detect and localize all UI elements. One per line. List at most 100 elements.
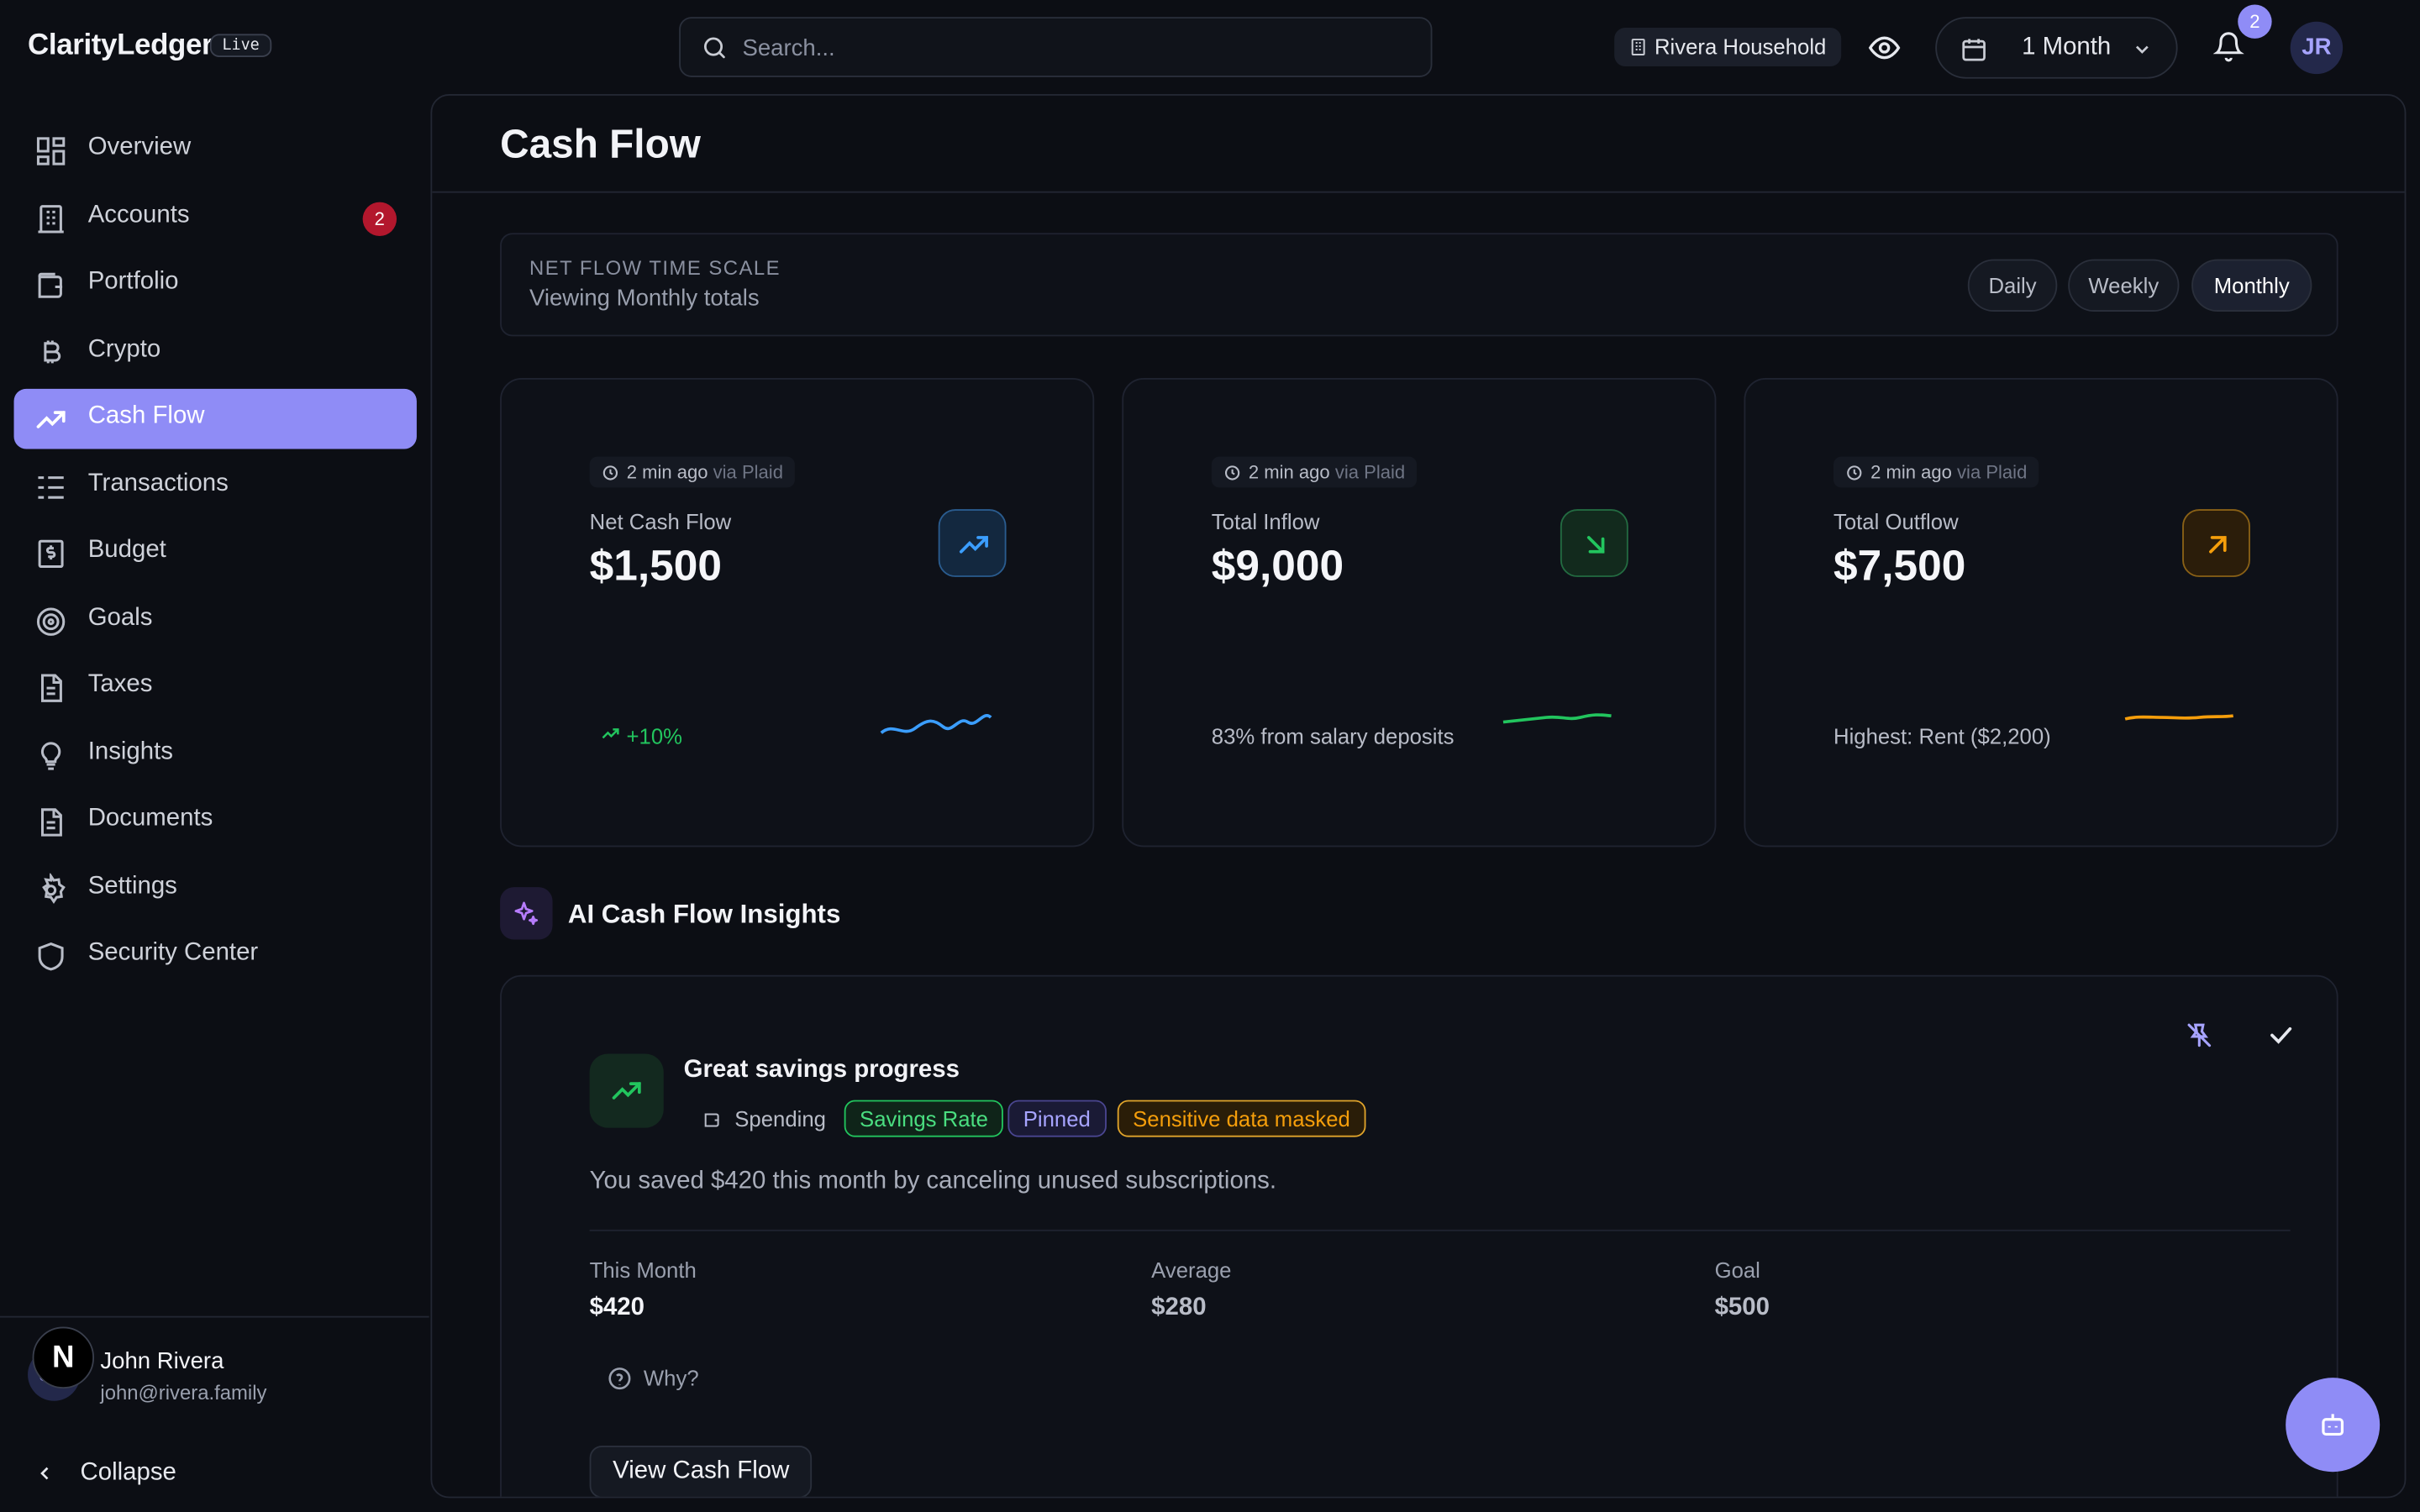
sync-time: 2 min ago	[1870, 461, 1952, 483]
insight-body: You saved $420 this month by canceling u…	[589, 1168, 1277, 1194]
stat-icon-tile	[938, 509, 1007, 577]
sidebar-item-cash-flow[interactable]: Cash Flow	[13, 388, 417, 449]
metric-value: $420	[589, 1294, 644, 1321]
building-icon	[1631, 39, 1645, 55]
sidebar-item-label: Security Center	[87, 939, 259, 966]
ai-section-title: AI Cash Flow Insights	[567, 899, 841, 929]
metric-goal: Goal $500	[1715, 1257, 1770, 1322]
bell-icon[interactable]	[2212, 31, 2245, 70]
sidebar-item-label: Taxes	[87, 670, 153, 698]
sparkles-icon	[514, 901, 539, 926]
collapse-label: Collapse	[80, 1459, 176, 1486]
metric-average: Average $280	[1151, 1257, 1231, 1322]
calendar-icon	[1960, 35, 1988, 71]
household-switcher[interactable]: Rivera Household	[1614, 28, 1842, 66]
divider	[432, 191, 2405, 193]
metric-label: This Month	[589, 1257, 697, 1283]
help-circle-icon	[608, 1368, 631, 1390]
sidebar-item-insights[interactable]: Insights	[14, 725, 417, 785]
period-select[interactable]: 1 Month	[1935, 17, 2178, 79]
sidebar-item-transactions[interactable]: Transactions	[14, 457, 417, 517]
metric-this-month: This Month $420	[590, 1257, 697, 1322]
sidebar-item-goals[interactable]: Goals	[14, 591, 417, 651]
sidebar-item-security-center[interactable]: Security Center	[14, 926, 417, 986]
trending-up-icon	[959, 536, 988, 554]
arrow-up-right-icon	[2209, 536, 2227, 554]
stat-footnote: 83% from salary deposits	[1211, 723, 1455, 748]
category-label: Spending	[734, 1105, 826, 1131]
scale-daily-button[interactable]: Daily	[1967, 259, 2058, 312]
check-icon[interactable]	[2265, 1020, 2296, 1058]
chevron-left-icon	[40, 1467, 49, 1480]
eye-icon[interactable]	[1867, 31, 1901, 73]
avatar[interactable]: JR	[2290, 21, 2344, 75]
sidebar-item-budget[interactable]: Budget	[14, 523, 417, 584]
ai-assistant-button[interactable]	[2286, 1378, 2381, 1473]
sync-stamp: 2 min ago via Plaid	[1211, 456, 1418, 488]
household-label: Rivera Household	[1654, 34, 1827, 59]
stat-value: $9,000	[1211, 541, 1344, 590]
gear-icon	[34, 871, 67, 916]
search-input[interactable]	[742, 30, 1391, 66]
sidebar-item-label: Goals	[87, 604, 153, 632]
collapse-button[interactable]: Collapse	[34, 1460, 176, 1495]
net-flow-sparkline	[880, 714, 992, 734]
sidebar-item-settings[interactable]: Settings	[14, 859, 417, 920]
bank-icon	[34, 202, 67, 244]
sidebar-item-crypto[interactable]: Crypto	[14, 323, 417, 383]
divider	[589, 1229, 2291, 1231]
sidebar-item-portfolio[interactable]: Portfolio	[14, 255, 417, 315]
document-icon	[34, 671, 67, 713]
sidebar-item-accounts[interactable]: Accounts 2	[14, 188, 417, 249]
wallet-icon	[34, 269, 67, 311]
metric-value: $280	[1151, 1294, 1207, 1321]
dev-tools-badge[interactable]: N	[32, 1326, 95, 1389]
sidebar-item-label: Portfolio	[87, 268, 179, 295]
stat-label: Total Inflow	[1211, 509, 1320, 534]
lightbulb-icon	[34, 739, 67, 781]
time-scale-panel: NET FLOW TIME SCALE Viewing Monthly tota…	[500, 233, 2338, 337]
scale-monthly-button[interactable]: Monthly	[2191, 259, 2312, 312]
stat-value: $7,500	[1833, 541, 1966, 590]
savings-rate-tag: Savings Rate	[844, 1100, 1004, 1137]
clock-icon	[602, 465, 618, 480]
metric-label: Goal	[1714, 1257, 1760, 1283]
metric-value: $500	[1714, 1294, 1770, 1321]
total-inflow-card[interactable]: 2 min ago via Plaid Total Inflow $9,000 …	[1122, 377, 1717, 848]
period-label: 1 Month	[2022, 34, 2112, 60]
stat-change: +10%	[600, 723, 682, 748]
trending-up-icon	[612, 1082, 641, 1100]
time-scale-subtitle: Viewing Monthly totals	[529, 285, 760, 312]
stat-icon-tile	[1560, 509, 1628, 577]
stat-label: Total Outflow	[1833, 509, 1959, 534]
scale-weekly-button[interactable]: Weekly	[2068, 259, 2180, 312]
notification-badge: 2	[2238, 4, 2272, 39]
wallet-icon	[704, 1113, 719, 1127]
sidebar-item-label: Accounts	[87, 202, 190, 228]
sync-source: via Plaid	[1957, 461, 2028, 483]
grid-icon	[34, 134, 67, 176]
sync-stamp: 2 min ago via Plaid	[589, 456, 796, 488]
list-icon	[34, 470, 67, 512]
bitcoin-icon	[34, 336, 67, 378]
sync-stamp: 2 min ago via Plaid	[1833, 456, 2040, 488]
sidebar: Overview Accounts 2 Portfolio Crypto Cas…	[0, 92, 429, 1512]
stat-change-value: +10%	[626, 723, 682, 748]
metric-label: Average	[1151, 1257, 1232, 1283]
user-email: john@rivera.family	[100, 1380, 267, 1404]
stat-icon-tile	[2182, 509, 2250, 577]
search-icon	[701, 34, 729, 69]
unpin-icon[interactable]	[2184, 1020, 2215, 1058]
brand-logo[interactable]: ClarityLedger	[28, 29, 213, 63]
sidebar-item-documents[interactable]: Documents	[14, 791, 417, 852]
total-outflow-card[interactable]: 2 min ago via Plaid Total Outflow $7,500…	[1744, 377, 2338, 848]
insight-card: Great savings progress Spending Savings …	[500, 974, 2338, 1497]
view-cash-flow-button[interactable]: View Cash Flow	[589, 1445, 813, 1497]
sidebar-item-overview[interactable]: Overview	[14, 120, 417, 181]
arrow-down-right-icon	[1586, 536, 1605, 554]
insight-icon-tile	[589, 1053, 664, 1128]
search-box[interactable]	[679, 17, 1433, 77]
sidebar-item-label: Documents	[87, 805, 213, 832]
sidebar-item-taxes[interactable]: Taxes	[14, 657, 417, 717]
net-cash-flow-card[interactable]: 2 min ago via Plaid Net Cash Flow $1,500…	[500, 377, 1095, 848]
